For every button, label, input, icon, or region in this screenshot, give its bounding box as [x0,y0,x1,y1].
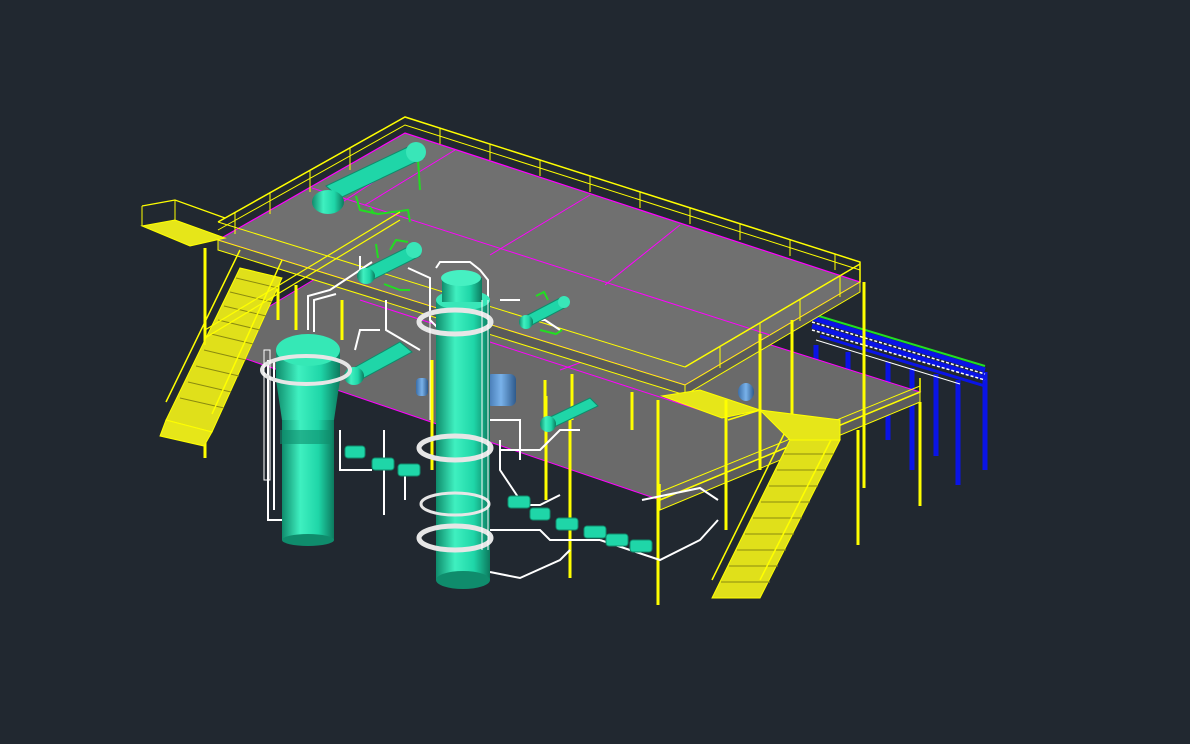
plant-3d-model [140,116,988,605]
left-platform [140,199,227,247]
cad-model-viewport[interactable] [0,0,1190,744]
